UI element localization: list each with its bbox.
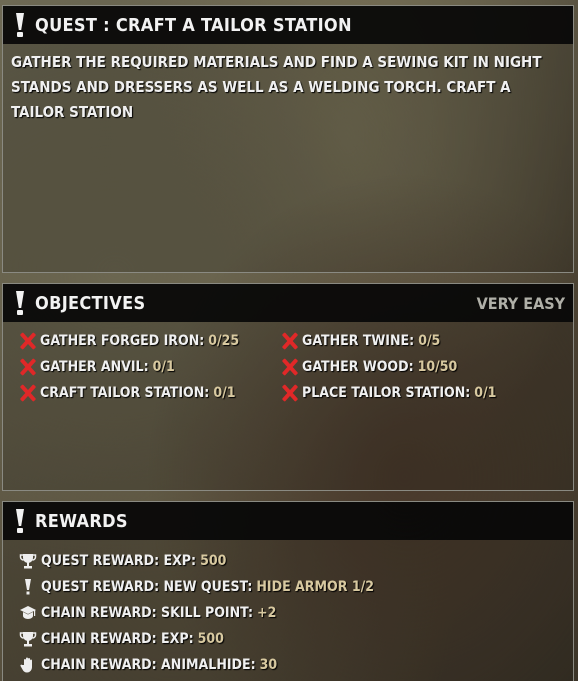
reward-value: HIDE ARMOR 1/2 bbox=[256, 579, 374, 595]
rewards-header: REWARDS bbox=[3, 502, 573, 540]
exclamation-icon bbox=[13, 290, 27, 316]
red-x-icon bbox=[19, 332, 37, 350]
red-x-icon bbox=[19, 384, 37, 402]
objective-label: GATHER FORGED IRON: bbox=[40, 333, 205, 349]
reward-label: CHAIN REWARD: EXP: bbox=[41, 631, 194, 647]
reward-label: QUEST REWARD: EXP: bbox=[41, 553, 197, 569]
graduation-cap-icon bbox=[20, 606, 36, 619]
hand-icon bbox=[20, 657, 32, 673]
objective-label: CRAFT TAILOR STATION: bbox=[40, 385, 210, 401]
quest-title: QUEST : CRAFT A TAILOR STATION bbox=[35, 14, 352, 36]
objective-label: PLACE TAILOR STATION: bbox=[302, 385, 471, 401]
exclamation-icon bbox=[13, 12, 27, 38]
objectives-title: OBJECTIVES bbox=[35, 292, 146, 314]
reward-item: CHAIN REWARD: SKILL POINT: +2 bbox=[19, 600, 573, 626]
rewards-title: REWARDS bbox=[35, 510, 128, 532]
objective-item: GATHER WOOD: 10/50 bbox=[281, 356, 543, 378]
objective-item: GATHER FORGED IRON: 0/25 bbox=[19, 330, 281, 352]
red-x-icon bbox=[281, 358, 299, 376]
quest-panel: QUEST : CRAFT A TAILOR STATION GATHER TH… bbox=[2, 5, 574, 273]
reward-value: +2 bbox=[257, 605, 277, 621]
red-x-icon bbox=[281, 384, 299, 402]
objective-label: GATHER ANVIL: bbox=[40, 359, 149, 375]
objective-label: GATHER TWINE: bbox=[302, 333, 415, 349]
exclamation-icon bbox=[25, 579, 31, 595]
objective-progress: 0/1 bbox=[474, 385, 497, 401]
red-x-icon bbox=[19, 358, 37, 376]
reward-value: 500 bbox=[197, 631, 224, 647]
reward-item: QUEST REWARD: NEW QUEST: HIDE ARMOR 1/2 bbox=[19, 574, 573, 600]
rewards-list: QUEST REWARD: EXP: 500 QUEST REWARD: NEW… bbox=[3, 540, 573, 678]
objective-item: PLACE TAILOR STATION: 0/1 bbox=[281, 382, 543, 404]
objective-progress: 0/25 bbox=[208, 333, 240, 349]
quest-header: QUEST : CRAFT A TAILOR STATION bbox=[3, 6, 573, 44]
difficulty-label: VERY EASY bbox=[476, 293, 565, 313]
objective-item: GATHER TWINE: 0/5 bbox=[281, 330, 543, 352]
trophy-icon bbox=[19, 632, 37, 647]
reward-label: CHAIN REWARD: ANIMALHIDE: bbox=[41, 657, 256, 673]
objective-item: GATHER ANVIL: 0/1 bbox=[19, 356, 281, 378]
reward-value: 30 bbox=[259, 657, 278, 673]
reward-value: 500 bbox=[200, 553, 227, 569]
objectives-panel: OBJECTIVES VERY EASY GATHER FORGED IRON:… bbox=[2, 283, 574, 491]
objective-progress: 0/1 bbox=[152, 359, 175, 375]
objective-label: GATHER WOOD: bbox=[302, 359, 414, 375]
reward-label: CHAIN REWARD: SKILL POINT: bbox=[41, 605, 254, 621]
red-x-icon bbox=[281, 332, 299, 350]
objective-progress: 10/50 bbox=[417, 359, 458, 375]
reward-label: QUEST REWARD: NEW QUEST: bbox=[41, 579, 253, 595]
objectives-list: GATHER FORGED IRON: 0/25 GATHER TWINE: 0… bbox=[3, 322, 573, 404]
objectives-header: OBJECTIVES VERY EASY bbox=[3, 284, 573, 322]
quest-description: GATHER THE REQUIRED MATERIALS AND FIND A… bbox=[11, 53, 542, 121]
objective-progress: 0/1 bbox=[213, 385, 236, 401]
trophy-icon bbox=[19, 554, 37, 569]
exclamation-icon bbox=[13, 508, 27, 534]
reward-item: CHAIN REWARD: ANIMALHIDE: 30 bbox=[19, 652, 573, 678]
rewards-panel: REWARDS QUEST REWARD: EXP: 500 QUEST REW… bbox=[2, 501, 574, 681]
reward-item: QUEST REWARD: EXP: 500 bbox=[19, 548, 573, 574]
reward-item: CHAIN REWARD: EXP: 500 bbox=[19, 626, 573, 652]
objective-progress: 0/5 bbox=[418, 333, 441, 349]
objective-item: CRAFT TAILOR STATION: 0/1 bbox=[19, 382, 281, 404]
